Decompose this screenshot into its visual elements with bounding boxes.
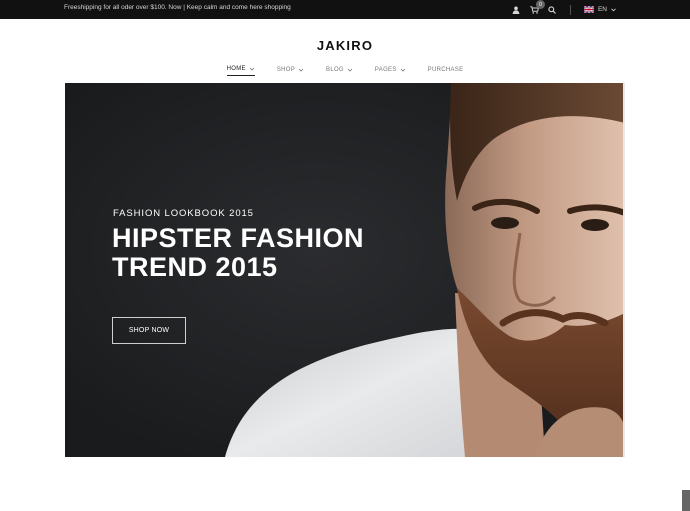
hero-kicker: FASHION LOOKBOOK 2015 [113,208,254,219]
slider-dot-2[interactable] [347,464,355,472]
top-bar: Freeshipping for all oder over $100. Now… [0,0,690,19]
hero-slider: FASHION LOOKBOOK 2015 HIPSTER FASHION TR… [65,83,625,457]
language-selector[interactable]: EN [583,6,616,13]
hero-headline-line2: TREND 2015 [112,252,278,282]
chevron-down-icon [347,68,353,72]
slider-pagination [334,464,355,472]
main-nav: HOME SHOP BLOG PAGES PURCHASE [0,66,690,76]
nav-purchase[interactable]: PURCHASE [428,66,464,76]
cart-count-badge: 0 [535,0,545,9]
chevron-down-icon [400,68,405,72]
search-icon[interactable] [548,5,557,14]
promo-text: Freeshipping for all oder over $100. Now… [64,4,291,11]
hero-headline-line1: HIPSTER FASHION [112,223,365,253]
nav-label: HOME [226,66,246,72]
hero-headline: HIPSTER FASHION TREND 2015 [112,224,364,282]
chevron-down-icon [298,68,304,72]
cart-icon[interactable]: 0 [530,0,545,14]
site-logo[interactable]: JAKIRO [0,38,690,53]
nav-label: BLOG [326,66,344,73]
chevron-down-icon [611,8,616,11]
nav-pages[interactable]: PAGES [375,66,406,76]
nav-home[interactable]: HOME [226,66,255,76]
user-icon[interactable] [512,5,521,14]
nav-shop[interactable]: SHOP [277,66,304,76]
scrollbar-thumb[interactable] [682,490,690,511]
shop-now-button[interactable]: SHOP NOW [112,317,186,344]
top-actions: 0 EN [512,0,616,19]
chevron-down-icon [249,67,255,71]
nav-label: PURCHASE [427,66,464,73]
uk-flag-icon [583,6,594,13]
nav-blog[interactable]: BLOG [326,66,353,76]
slider-dot-1[interactable] [334,464,342,472]
divider [569,4,571,15]
nav-label: PAGES [374,66,397,73]
language-label: EN [597,6,607,13]
nav-label: SHOP [276,66,296,73]
